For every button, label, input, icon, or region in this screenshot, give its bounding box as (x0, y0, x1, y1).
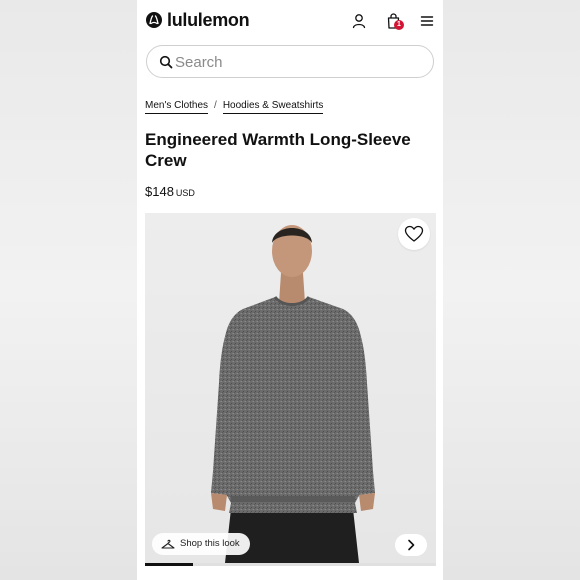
heart-icon (404, 225, 424, 242)
shop-this-look-label: Shop this look (180, 538, 240, 549)
price-currency: USD (175, 188, 195, 198)
menu-icon[interactable] (418, 12, 436, 30)
price-amount: $148 (145, 184, 174, 199)
chevron-right-icon (408, 539, 415, 551)
product-image-gallery[interactable]: Shop this look (145, 213, 436, 563)
breadcrumb-hoodies-sweatshirts[interactable]: Hoodies & Sweatshirts (222, 100, 324, 114)
hanger-icon (161, 539, 175, 549)
product-price: $148 USD (145, 184, 195, 199)
wishlist-button[interactable] (398, 218, 430, 250)
search-icon (159, 55, 173, 69)
gallery-progress-bar (145, 563, 436, 566)
account-icon[interactable] (350, 12, 368, 30)
product-title: Engineered Warmth Long-Sleeve Crew (145, 130, 411, 170)
breadcrumb: Men's Clothes / Hoodies & Sweatshirts (145, 100, 324, 116)
search-bar[interactable] (146, 45, 434, 78)
gallery-progress-fill (145, 563, 194, 566)
breadcrumb-mens-clothes[interactable]: Men's Clothes (145, 100, 209, 114)
shopping-bag-button[interactable]: 1 (385, 12, 404, 30)
mobile-page: lululemon 1 Men's Clothes/H (137, 0, 443, 580)
brand-wordmark[interactable]: lululemon (167, 10, 250, 31)
shop-this-look-button[interactable]: Shop this look (152, 533, 250, 555)
breadcrumb-separator: / (214, 100, 217, 111)
lululemon-logo-icon[interactable] (146, 12, 162, 28)
product-photo (211, 225, 375, 563)
background-left (0, 0, 137, 580)
site-header: lululemon 1 (137, 0, 443, 42)
bag-count-badge: 1 (394, 20, 404, 30)
next-image-button[interactable] (395, 534, 427, 556)
background-right (443, 0, 580, 580)
search-input[interactable] (175, 52, 415, 72)
